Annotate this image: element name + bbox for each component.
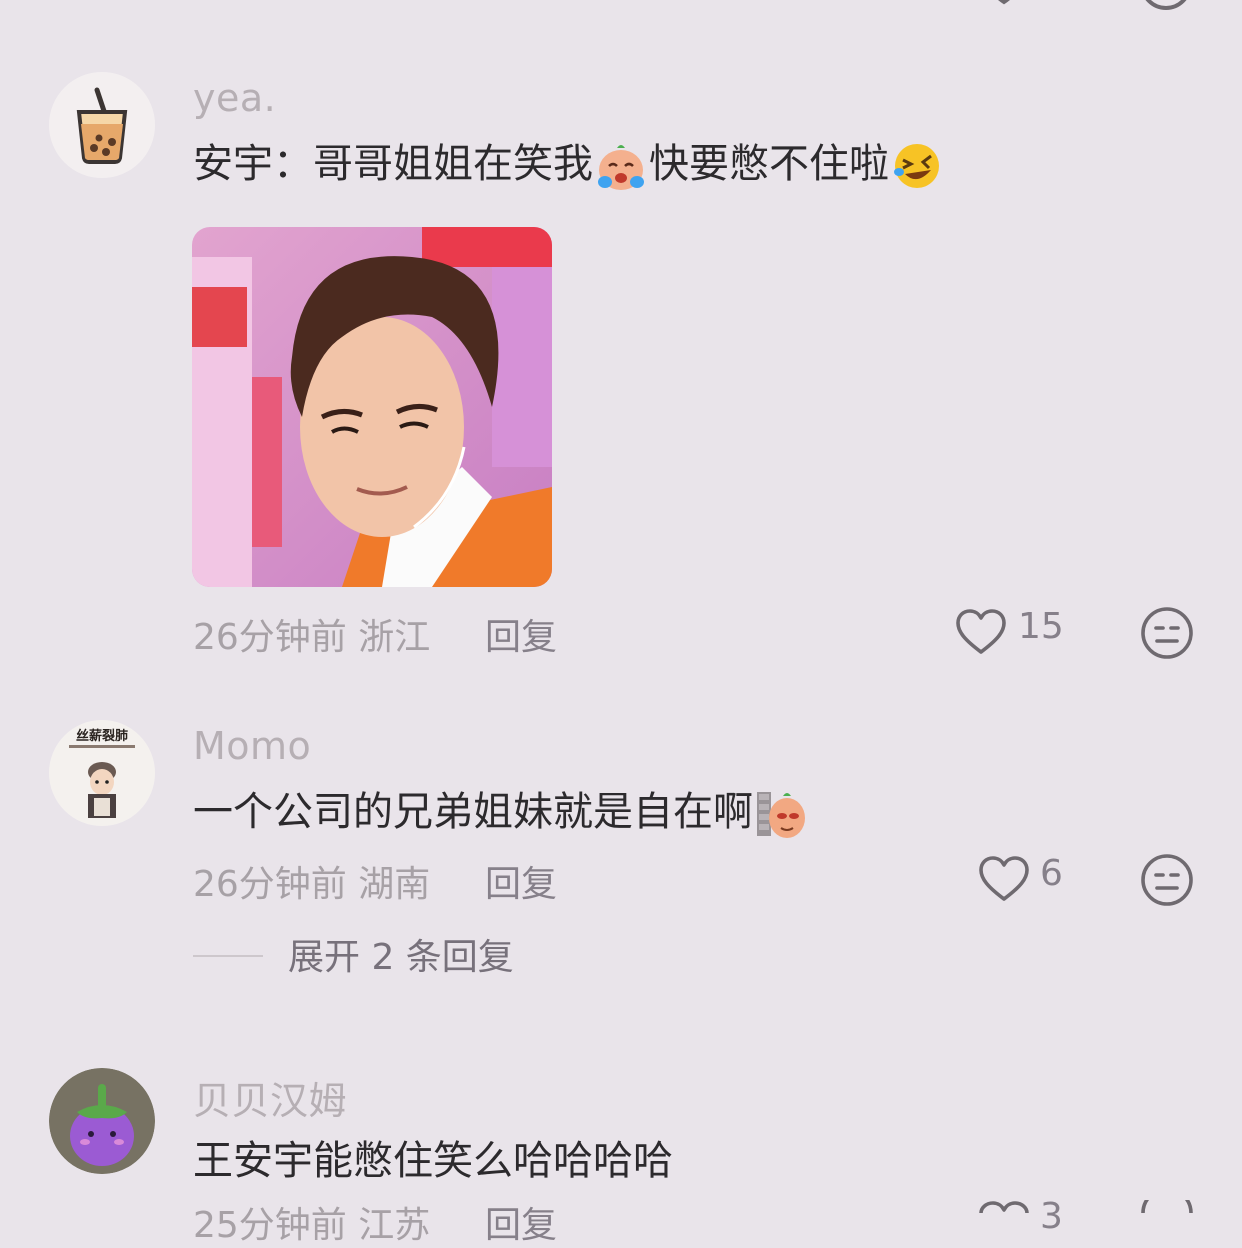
comment-text-part: 安宇：哥哥姐姐在笑我 (193, 141, 593, 187)
comment-text: 王安宇能憋住笑么哈哈哈哈 (193, 1137, 673, 1185)
comment-time: 26分钟前 (193, 617, 347, 658)
comment-text: 安宇：哥哥姐姐在笑我 快要憋不住啦 (193, 140, 945, 192)
neutral-face-icon[interactable] (1140, 606, 1194, 660)
comment-text: 一个公司的兄弟姐妹就是自在啊 (193, 788, 809, 840)
bubble-tea-icon (49, 72, 155, 178)
comment-meta: 25分钟前 江苏 (193, 1196, 430, 1248)
reply-button[interactable]: 回复 (485, 855, 557, 907)
photo-image (192, 227, 552, 587)
avatar-label: 丝薪裂肺 (76, 728, 128, 744)
reply-button[interactable]: 回复 (485, 608, 557, 660)
expand-replies-button[interactable]: 展开 2 条回复 (288, 928, 514, 980)
comment-text-part: 快要憋不住啦 (649, 141, 889, 187)
heart-outline-icon[interactable] (978, 1200, 1030, 1213)
comment-photo[interactable] (192, 227, 552, 587)
crying-face-emoji-icon (598, 145, 644, 190)
rolling-laughing-emoji-icon (894, 144, 939, 188)
like-count: 3 (1040, 1196, 1063, 1237)
heart-outline-icon[interactable] (982, 0, 1026, 8)
neutral-face-icon[interactable] (1140, 853, 1194, 907)
comment-text-part: 王安宇能憋住笑么哈哈哈哈 (193, 1138, 673, 1184)
comment-username[interactable]: 贝贝汉姆 (193, 1070, 347, 1125)
eggplant-avatar-icon (49, 1068, 155, 1174)
comment-location: 浙江 (358, 617, 431, 658)
reply-button[interactable]: 回复 (485, 1196, 557, 1248)
like-count: 15 (1018, 606, 1064, 647)
comment-meta: 26分钟前 湖南 (193, 855, 430, 907)
peeking-face-emoji-icon (757, 792, 805, 838)
avatar[interactable] (49, 72, 155, 178)
neutral-face-icon[interactable] (1140, 1200, 1194, 1213)
comment-time: 25分钟前 (193, 1205, 347, 1246)
heart-outline-icon[interactable] (955, 608, 1007, 656)
comment-location: 江苏 (358, 1205, 431, 1246)
comment-location: 湖南 (358, 864, 431, 905)
expand-divider (193, 955, 263, 957)
like-count: 6 (1040, 853, 1063, 894)
avatar-image: 丝薪裂肺 (49, 720, 155, 826)
comment-text-part: 一个公司的兄弟姐妹就是自在啊 (193, 789, 753, 835)
avatar[interactable]: 丝薪裂肺 (49, 720, 155, 826)
comment-username[interactable]: yea. (193, 76, 276, 120)
avatar[interactable] (49, 1068, 155, 1174)
neutral-face-icon[interactable] (1140, 0, 1192, 10)
comment-time: 26分钟前 (193, 864, 347, 905)
heart-outline-icon[interactable] (978, 855, 1030, 903)
comment-username[interactable]: Momo (193, 724, 311, 768)
comment-meta: 26分钟前 浙江 (193, 608, 430, 660)
